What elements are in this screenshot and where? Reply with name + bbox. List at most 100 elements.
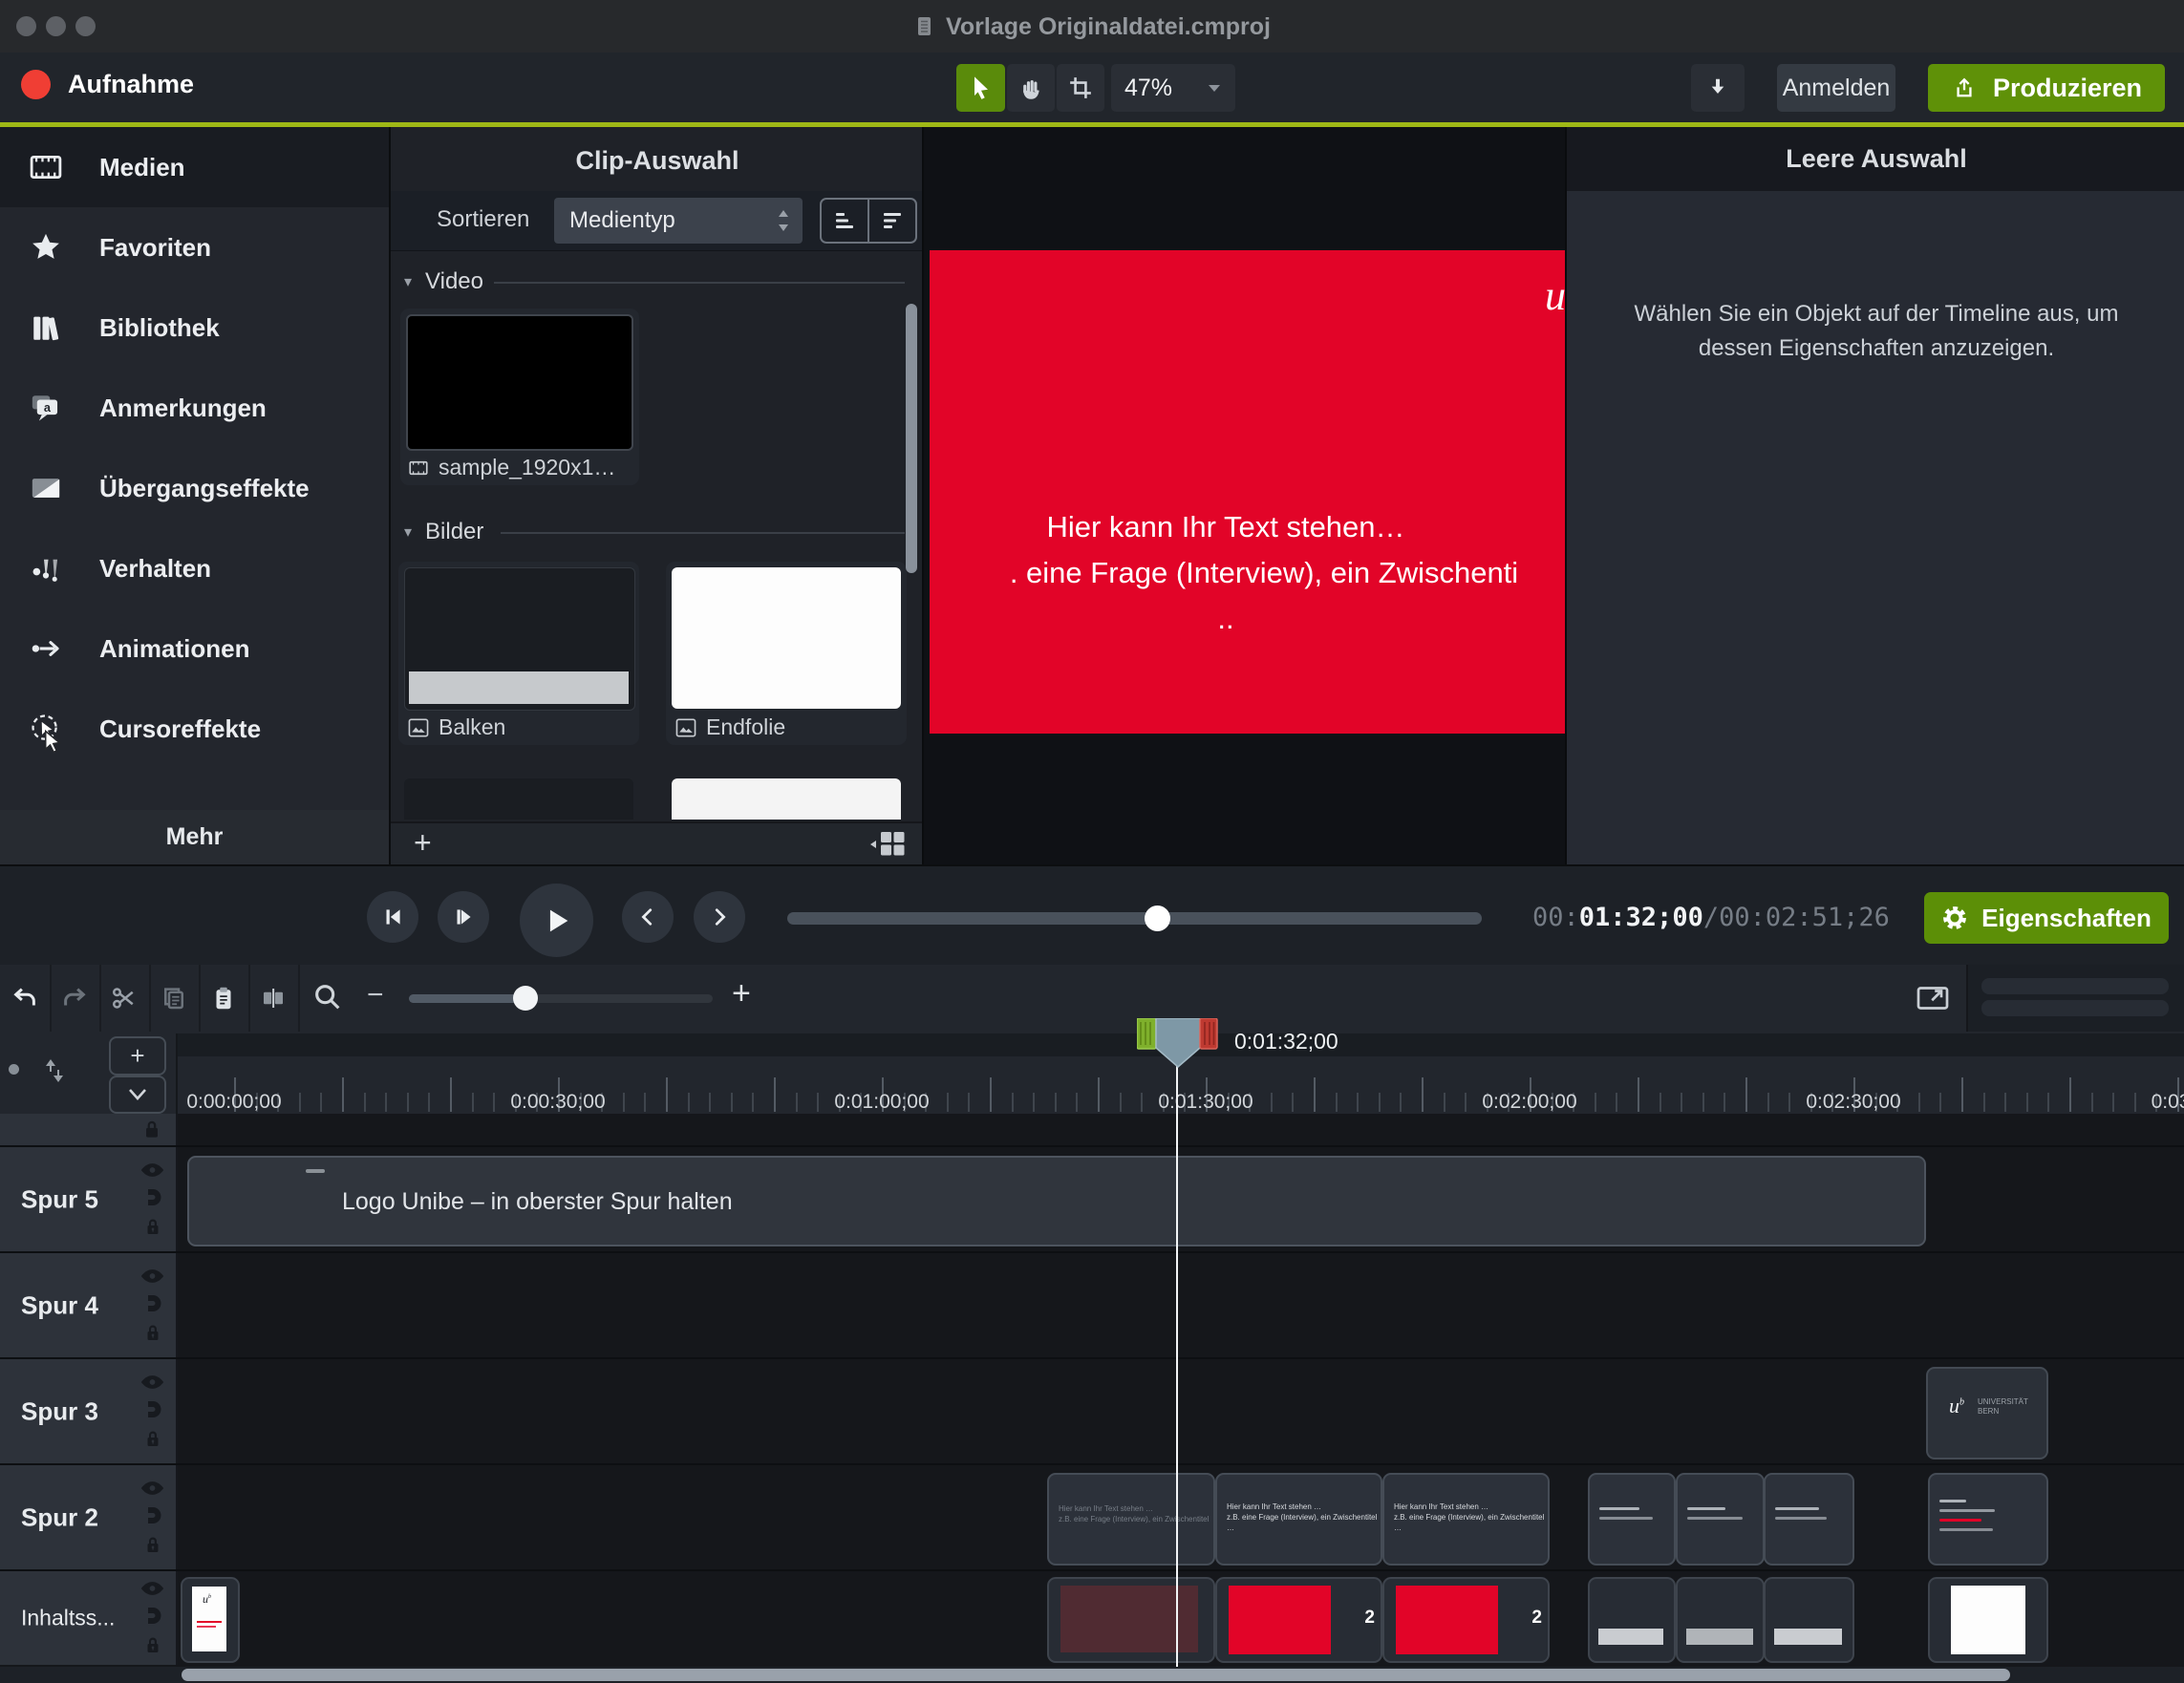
track-header-spur3[interactable]: Spur 3 — [0, 1359, 178, 1463]
eye-icon[interactable] — [139, 1267, 165, 1286]
clip-credits[interactable] — [1928, 1473, 2048, 1566]
track-header-spur5[interactable]: Spur 5 — [0, 1147, 178, 1251]
record-button[interactable]: Aufnahme — [21, 70, 194, 99]
cursor-tool-button[interactable] — [956, 64, 1005, 112]
crop-tool-button[interactable] — [1057, 64, 1104, 112]
clip-media-2[interactable]: 2 — [1215, 1577, 1382, 1663]
clip-media-3[interactable]: 2 — [1382, 1577, 1550, 1663]
magnet-icon[interactable] — [141, 1605, 164, 1628]
clip-text-1[interactable]: Hier kann Ihr Text stehen … z.B. eine Fr… — [1047, 1473, 1215, 1566]
properties-toggle-button[interactable]: Eigenschaften — [1924, 892, 2169, 944]
sidebar-item-anmerkungen[interactable]: a Anmerkungen — [0, 368, 389, 448]
canvas-slide[interactable]: Hier kann Ihr Text stehen… . eine Frage … — [930, 250, 1567, 734]
clip-media-5[interactable] — [1676, 1577, 1765, 1663]
media-item-endfolie[interactable]: Endfolie — [666, 562, 907, 745]
lock-icon[interactable] — [141, 1428, 164, 1451]
sidebar-item-animationen[interactable]: Animationen — [0, 608, 389, 689]
paste-button[interactable] — [199, 965, 250, 1032]
media-item-balken[interactable]: Balken — [398, 562, 639, 745]
eye-icon[interactable] — [139, 1579, 165, 1598]
add-media-button[interactable]: + — [414, 825, 432, 861]
clip-media-endfolie[interactable] — [1928, 1577, 2048, 1663]
track-header-inhalt[interactable]: Inhaltss... — [0, 1571, 178, 1665]
lock-icon[interactable] — [141, 1216, 164, 1239]
undo-button[interactable] — [0, 965, 52, 1032]
pan-tool-button[interactable] — [1007, 64, 1055, 112]
lock-icon[interactable] — [141, 1322, 164, 1345]
sidebar-more-button[interactable]: Mehr — [0, 810, 389, 864]
section-video-header[interactable]: ▾ Video — [404, 268, 483, 295]
lock-icon[interactable] — [141, 1534, 164, 1557]
clip-text-2[interactable]: Hier kann Ihr Text stehen … z.B. eine Fr… — [1215, 1473, 1382, 1566]
partial-thumbnail-light[interactable] — [672, 778, 901, 820]
canvas-area[interactable]: Hier kann Ihr Text stehen… . eine Frage … — [922, 127, 1567, 864]
sort-select[interactable]: Medientyp — [554, 198, 803, 244]
magnet-icon[interactable] — [141, 1292, 164, 1315]
track-header-spur4[interactable]: Spur 4 — [0, 1253, 178, 1357]
lock-icon[interactable] — [139, 1118, 164, 1142]
clip-media-1[interactable] — [1047, 1577, 1215, 1663]
zoom-out-button[interactable]: − — [367, 979, 384, 1012]
detach-timeline-button[interactable] — [1901, 974, 1964, 1022]
jump-forward-button[interactable] — [694, 891, 745, 943]
clip-text-6[interactable] — [1764, 1473, 1854, 1566]
download-button[interactable] — [1691, 64, 1745, 112]
clip-text-3[interactable]: Hier kann Ihr Text stehen … z.B. eine Fr… — [1382, 1473, 1550, 1566]
clip-text-4[interactable] — [1588, 1473, 1676, 1566]
bin-scrollbar[interactable] — [906, 304, 917, 573]
sort-label: Sortieren — [437, 206, 529, 233]
eye-icon[interactable] — [139, 1479, 165, 1498]
track-header-spur2[interactable]: Spur 2 — [0, 1465, 178, 1569]
media-item-video[interactable]: sample_1920x1… — [400, 309, 639, 485]
magnet-icon[interactable] — [141, 1186, 164, 1209]
sidebar-item-medien[interactable]: Medien — [0, 127, 389, 207]
clip-logo-unibe[interactable]: Logo Unibe – in oberster Spur halten — [187, 1156, 1926, 1246]
timeline-zoom-slider-knob[interactable] — [513, 986, 538, 1011]
eye-icon[interactable] — [139, 1373, 165, 1392]
sidebar-item-favoriten[interactable]: Favoriten — [0, 207, 389, 288]
sidebar-label: Bibliothek — [99, 313, 220, 343]
minimap-bar[interactable] — [1981, 978, 2169, 994]
clip-unibe-logo-image[interactable]: ub UNIVERSITÄTBERN — [1926, 1367, 2048, 1459]
clip-startfolie[interactable]: ub — [181, 1577, 240, 1663]
step-forward-button[interactable] — [438, 891, 489, 943]
sort-ascending-button[interactable] — [822, 200, 869, 242]
video-item-caption: sample_1920x1… — [408, 455, 635, 480]
seek-slider-track[interactable] — [787, 912, 1482, 925]
step-back-button[interactable] — [367, 891, 418, 943]
playhead-marker[interactable] — [1137, 1018, 1223, 1072]
playhead-line[interactable] — [1176, 1055, 1178, 1667]
minimap-bar[interactable] — [1981, 1000, 2169, 1016]
cut-button[interactable] — [99, 965, 151, 1032]
behaviors-icon — [29, 551, 63, 586]
sidebar-item-uebergangseffekte[interactable]: Übergangseffekte — [0, 448, 389, 528]
copy-button[interactable] — [149, 965, 201, 1032]
zoom-timeline-button[interactable] — [311, 981, 344, 1013]
split-button[interactable] — [248, 965, 300, 1032]
clip-text-5[interactable] — [1676, 1473, 1765, 1566]
section-images-header[interactable]: ▾ Bilder — [404, 519, 483, 545]
redo-button[interactable] — [50, 965, 101, 1032]
produce-button[interactable]: Produzieren — [1928, 64, 2165, 112]
signin-button[interactable]: Anmelden — [1777, 64, 1895, 112]
clip-media-4[interactable] — [1588, 1577, 1676, 1663]
seek-slider-knob[interactable] — [1145, 905, 1170, 931]
timeline-zoom-slider-track[interactable] — [409, 994, 713, 1003]
timeline-zoom-slider-fill — [409, 994, 525, 1003]
partial-thumbnail-dark[interactable] — [404, 778, 633, 820]
clip-badge: 2 — [1364, 1608, 1375, 1629]
zoom-in-button[interactable]: + — [732, 975, 751, 1012]
sidebar-item-bibliothek[interactable]: Bibliothek — [0, 288, 389, 368]
eye-icon[interactable] — [139, 1161, 165, 1180]
sort-descending-button[interactable] — [869, 200, 915, 242]
grid-view-toggle[interactable] — [868, 830, 907, 859]
clip-media-6[interactable] — [1764, 1577, 1854, 1663]
canvas-zoom-select[interactable]: 47% — [1111, 64, 1235, 112]
play-button[interactable] — [520, 884, 593, 957]
magnet-icon[interactable] — [141, 1398, 164, 1421]
lock-icon[interactable] — [141, 1634, 164, 1657]
sidebar-item-verhalten[interactable]: Verhalten — [0, 528, 389, 608]
magnet-icon[interactable] — [141, 1504, 164, 1527]
jump-back-button[interactable] — [622, 891, 674, 943]
timeline-hscroll-thumb[interactable] — [182, 1669, 2010, 1681]
